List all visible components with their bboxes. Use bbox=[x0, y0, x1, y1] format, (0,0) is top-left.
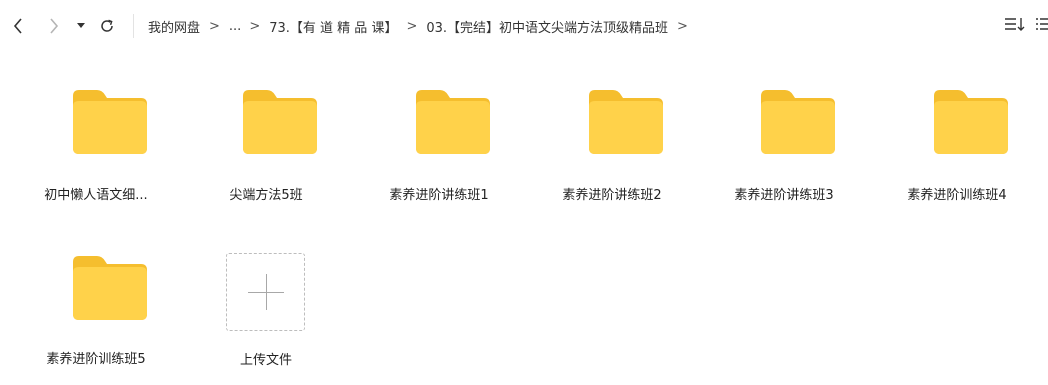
breadcrumb-separator: > bbox=[249, 18, 261, 34]
view-controls bbox=[994, 16, 1048, 36]
toolbar-separator bbox=[133, 14, 134, 38]
dropdown-caret-icon bbox=[77, 23, 85, 28]
file-name: 素养进阶训练班5 bbox=[46, 352, 146, 367]
file-name: 尖端方法5班 bbox=[229, 188, 303, 203]
folder-item[interactable]: 素养进阶讲练班1 bbox=[359, 52, 519, 203]
forward-arrow-icon bbox=[50, 18, 59, 34]
breadcrumb-item-course[interactable]: 73.【有 道 精 品 课】 bbox=[269, 17, 397, 36]
folder-item[interactable]: 素养进阶训练班5 bbox=[16, 218, 176, 368]
history-dropdown-button[interactable] bbox=[74, 16, 88, 36]
toolbar: 我的网盘 > ... > 73.【有 道 精 品 课】 > 03.【完结】初中语… bbox=[0, 0, 1048, 52]
refresh-button[interactable] bbox=[97, 16, 117, 36]
sort-list-icon bbox=[1005, 18, 1025, 31]
file-name: 素养进阶讲练班3 bbox=[734, 188, 834, 203]
back-button[interactable] bbox=[8, 16, 28, 36]
breadcrumb-separator: > bbox=[209, 18, 220, 34]
folder-item[interactable]: 素养进阶训练班4 bbox=[877, 52, 1037, 203]
refresh-icon bbox=[101, 19, 113, 32]
folder-icon bbox=[761, 90, 835, 154]
file-name: 素养进阶训练班4 bbox=[907, 188, 1007, 203]
upload-file-button[interactable] bbox=[226, 253, 305, 331]
sort-button[interactable] bbox=[1004, 16, 1026, 36]
breadcrumb-separator: > bbox=[406, 18, 418, 34]
folder-item[interactable]: 素养进阶讲练班2 bbox=[532, 52, 692, 203]
list-view-icon bbox=[1036, 18, 1048, 30]
breadcrumb: 我的网盘 > ... > 73.【有 道 精 品 课】 > 03.【完结】初中语… bbox=[148, 16, 697, 36]
folder-icon bbox=[934, 90, 1008, 154]
breadcrumb-item-current[interactable]: 03.【完结】初中语文尖端方法顶级精品班 bbox=[426, 17, 668, 36]
folder-icon bbox=[416, 90, 490, 154]
forward-button[interactable] bbox=[44, 16, 64, 36]
breadcrumb-item-ellipsis[interactable]: ... bbox=[229, 19, 241, 34]
upload-label: 上传文件 bbox=[239, 353, 292, 368]
breadcrumb-item-root[interactable]: 我的网盘 bbox=[148, 17, 200, 36]
breadcrumb-separator: > bbox=[677, 18, 688, 34]
folder-item[interactable]: 素养进阶讲练班3 bbox=[704, 52, 864, 203]
back-arrow-icon bbox=[13, 18, 22, 34]
folder-icon bbox=[73, 256, 147, 320]
folder-icon bbox=[243, 90, 317, 154]
folder-item[interactable]: 尖端方法5班 bbox=[186, 52, 346, 203]
list-view-button[interactable] bbox=[1036, 16, 1048, 36]
file-name: 素养进阶讲练班2 bbox=[562, 188, 662, 203]
file-name: 初中懒人语文细... bbox=[44, 188, 148, 203]
file-name: 素养进阶讲练班1 bbox=[389, 188, 489, 203]
folder-icon bbox=[589, 90, 663, 154]
folder-item[interactable]: 初中懒人语文细... bbox=[16, 52, 176, 203]
folder-icon bbox=[73, 90, 147, 154]
